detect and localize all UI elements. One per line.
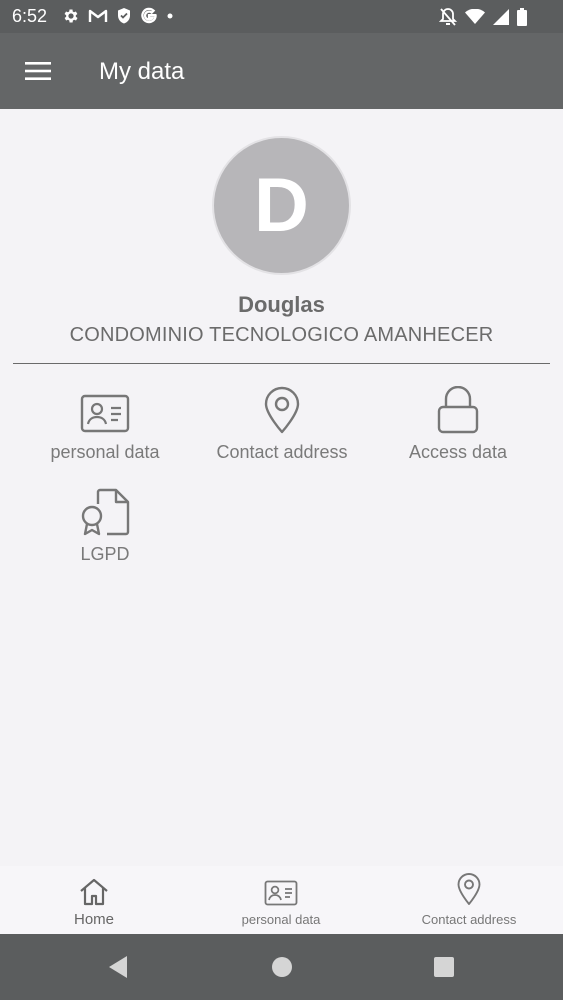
nav-item-home[interactable]: Home [44, 866, 144, 934]
certificate-document-icon [80, 484, 130, 536]
home-circle-icon[interactable] [270, 955, 294, 979]
notifications-off-icon [439, 7, 457, 27]
nav-item-label: personal data [241, 912, 321, 927]
divider [13, 363, 550, 364]
shield-icon [116, 7, 132, 25]
page-title: My data [99, 58, 185, 85]
menu-item-label: LGPD [80, 544, 130, 564]
bottom-navigation: Home personal data Contact address [0, 866, 563, 934]
avatar-initial: D [254, 162, 309, 248]
wifi-icon [465, 9, 485, 25]
battery-icon [517, 8, 527, 26]
lock-icon [436, 382, 480, 434]
signal-icon [493, 9, 509, 25]
back-icon[interactable] [106, 955, 130, 979]
status-time: 6:52 [12, 6, 48, 26]
system-navigation-bar [0, 934, 563, 1000]
home-icon [79, 866, 109, 906]
nav-item-personal-data[interactable]: personal data [221, 866, 341, 934]
menu-item-access-data[interactable]: Access data [368, 382, 548, 472]
nav-item-label: Home [73, 911, 114, 928]
menu-item-label: personal data [50, 442, 160, 462]
recents-square-icon[interactable] [432, 955, 456, 979]
menu-item-lgpd[interactable]: LGPD [15, 484, 195, 574]
profile-organization: CONDOMINIO TECNOLOGICO AMANHECER [69, 324, 494, 346]
menu-item-label: Access data [408, 442, 508, 462]
google-icon [140, 7, 158, 25]
avatar: D [212, 136, 351, 275]
location-pin-icon [262, 382, 302, 434]
nav-item-contact-address[interactable]: Contact address [409, 866, 529, 934]
gear-icon [62, 7, 80, 25]
profile-name: Douglas [238, 292, 325, 317]
id-card-icon [264, 866, 298, 906]
location-pin-icon [456, 866, 482, 906]
menu-item-label: Contact address [216, 442, 348, 462]
hamburger-menu-icon[interactable] [18, 54, 58, 88]
gmail-icon [88, 8, 108, 24]
app-bar: My data [0, 33, 563, 109]
menu-item-contact-address[interactable]: Contact address [192, 382, 372, 472]
id-card-icon [80, 382, 130, 434]
nav-item-label: Contact address [421, 912, 517, 927]
status-bar: 6:52 [0, 0, 563, 33]
dot-icon [166, 12, 174, 20]
menu-item-personal-data[interactable]: personal data [15, 382, 195, 472]
